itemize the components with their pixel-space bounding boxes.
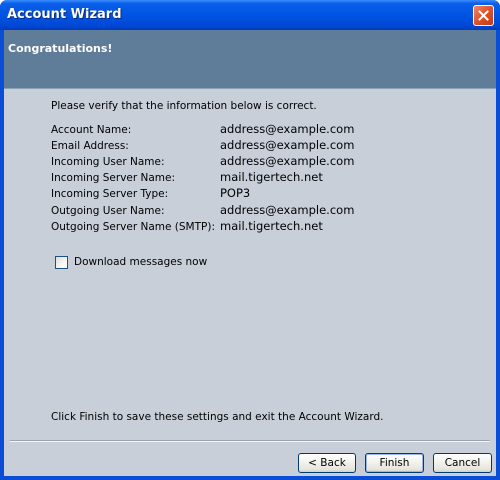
account-name-value: address@example.com bbox=[220, 122, 355, 136]
download-messages-option[interactable]: Download messages now bbox=[55, 254, 207, 270]
outgoing-user-name-label: Outgoing User Name: bbox=[51, 205, 165, 217]
email-address-label: Email Address: bbox=[51, 140, 129, 152]
wizard-body: Congratulations! Please verify that the … bbox=[4, 30, 496, 476]
account-name-label: Account Name: bbox=[51, 124, 132, 136]
finish-instructions: Click Finish to save these settings and … bbox=[51, 411, 384, 423]
page-title: Congratulations! bbox=[8, 42, 113, 55]
incoming-user-name-value: address@example.com bbox=[220, 154, 355, 168]
download-messages-label[interactable]: Download messages now bbox=[74, 256, 207, 268]
email-address-value: address@example.com bbox=[220, 138, 355, 152]
outgoing-server-name-value: mail.tigertech.net bbox=[220, 219, 323, 233]
close-icon bbox=[478, 10, 489, 21]
window-title: Account Wizard bbox=[7, 7, 122, 22]
incoming-server-type-value: POP3 bbox=[220, 186, 251, 200]
title-bar[interactable]: Account Wizard bbox=[0, 0, 500, 30]
finish-button[interactable]: Finish bbox=[365, 453, 424, 473]
incoming-server-name-value: mail.tigertech.net bbox=[220, 170, 323, 184]
cancel-button[interactable]: Cancel bbox=[433, 453, 492, 473]
outgoing-server-name-label: Outgoing Server Name (SMTP): bbox=[51, 221, 215, 233]
outgoing-user-name-value: address@example.com bbox=[220, 203, 355, 217]
download-messages-checkbox[interactable] bbox=[55, 255, 68, 269]
header-banner: Congratulations! bbox=[4, 30, 496, 89]
incoming-user-name-label: Incoming User Name: bbox=[51, 156, 165, 168]
intro-text: Please verify that the information below… bbox=[51, 100, 317, 112]
account-wizard-window: Account Wizard Congratulations! Please v… bbox=[0, 0, 500, 480]
close-button[interactable] bbox=[473, 5, 494, 26]
footer-divider bbox=[10, 440, 490, 442]
back-button[interactable]: < Back bbox=[298, 453, 356, 473]
incoming-server-name-label: Incoming Server Name: bbox=[51, 172, 176, 184]
incoming-server-type-label: Incoming Server Type: bbox=[51, 188, 169, 200]
